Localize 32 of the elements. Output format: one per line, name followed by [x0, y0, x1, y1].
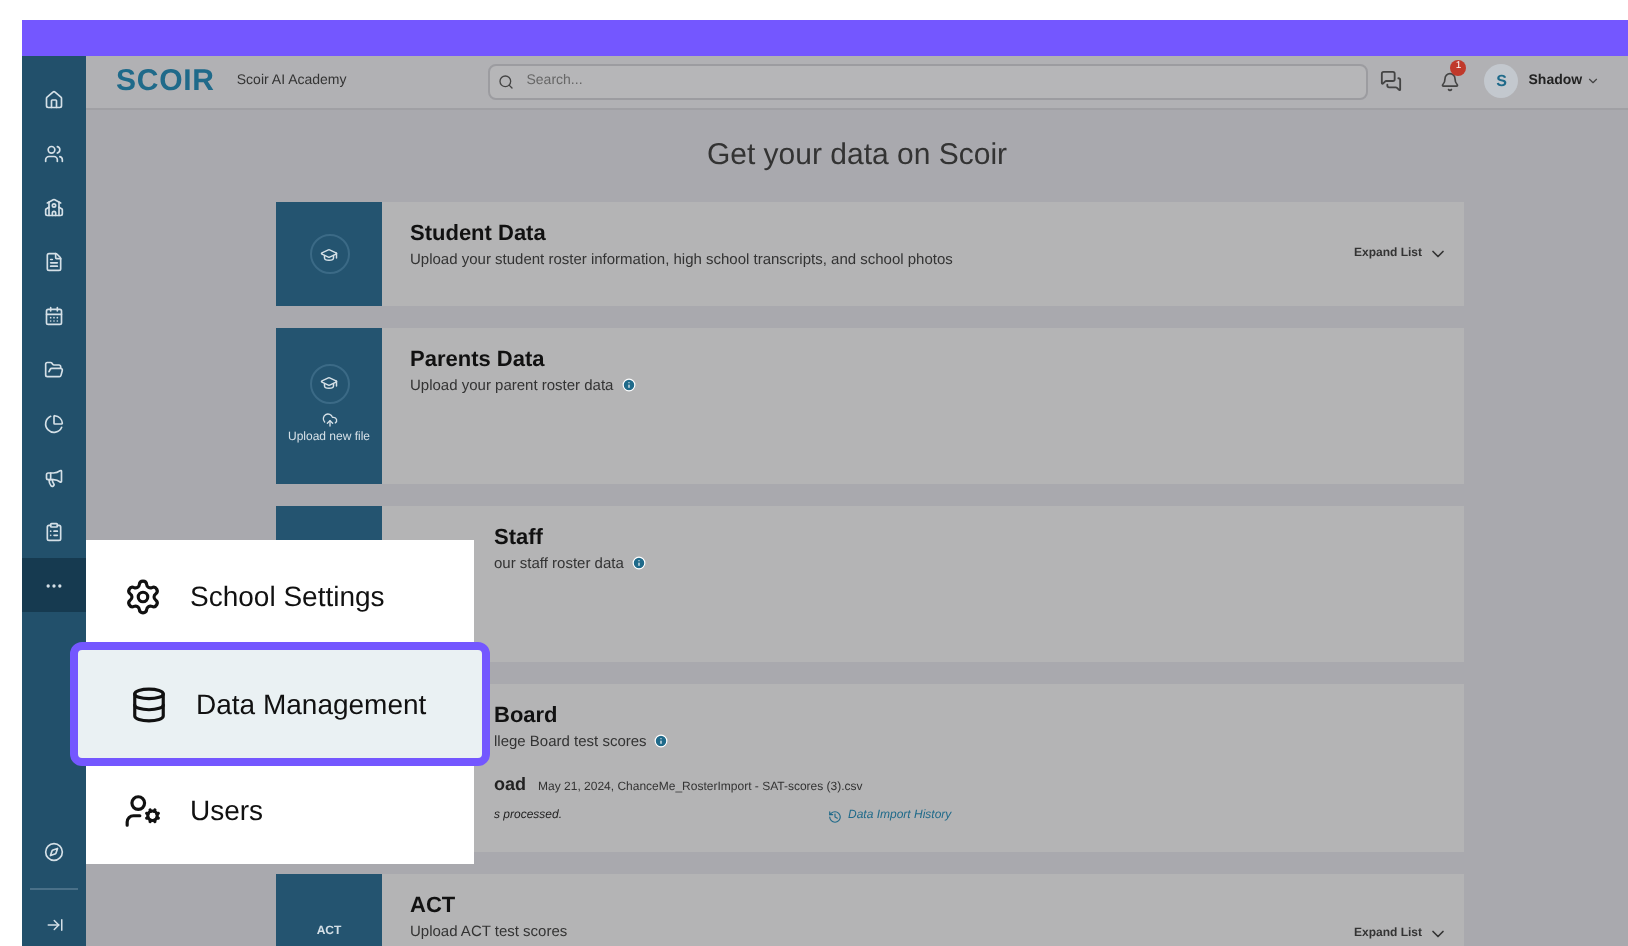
- pie-chart-icon: [44, 413, 64, 433]
- compass-icon[interactable]: [44, 842, 64, 862]
- history-icon[interactable]: [828, 809, 842, 824]
- people-icon: [44, 143, 64, 163]
- info-icon[interactable]: [654, 734, 669, 749]
- menu-item[interactable]: Data Management: [70, 642, 490, 766]
- info-icon[interactable]: [631, 556, 646, 571]
- chat-icon[interactable]: [1380, 70, 1403, 93]
- expand-icon[interactable]: [45, 916, 63, 934]
- upload-icon[interactable]: [321, 411, 337, 427]
- megaphone-icon: [44, 467, 64, 487]
- building-icon: [44, 197, 64, 217]
- search-icon: [498, 73, 515, 90]
- avatar[interactable]: S: [1484, 64, 1519, 99]
- calendar-icon: [44, 305, 64, 325]
- bell-icon[interactable]: [1440, 71, 1461, 92]
- page-title: Get your data on Scoir: [704, 135, 1010, 175]
- card-title: Parents Data: [410, 346, 547, 374]
- info-icon[interactable]: [621, 378, 636, 393]
- settings-icon: [124, 578, 162, 616]
- card-title: Board: [494, 702, 560, 730]
- last-upload-label: oad: [494, 772, 527, 799]
- home-icon: [44, 89, 64, 109]
- chevron-down-icon[interactable]: [1586, 74, 1601, 89]
- database-icon: [130, 685, 168, 723]
- list-icon: [44, 521, 64, 541]
- card-title: Staff: [494, 524, 545, 552]
- document-icon: [44, 251, 64, 271]
- users-gear-icon: [124, 792, 162, 830]
- card-title: Student Data: [410, 220, 548, 248]
- card-title: ACT: [410, 892, 458, 920]
- folder-icon: [44, 359, 64, 379]
